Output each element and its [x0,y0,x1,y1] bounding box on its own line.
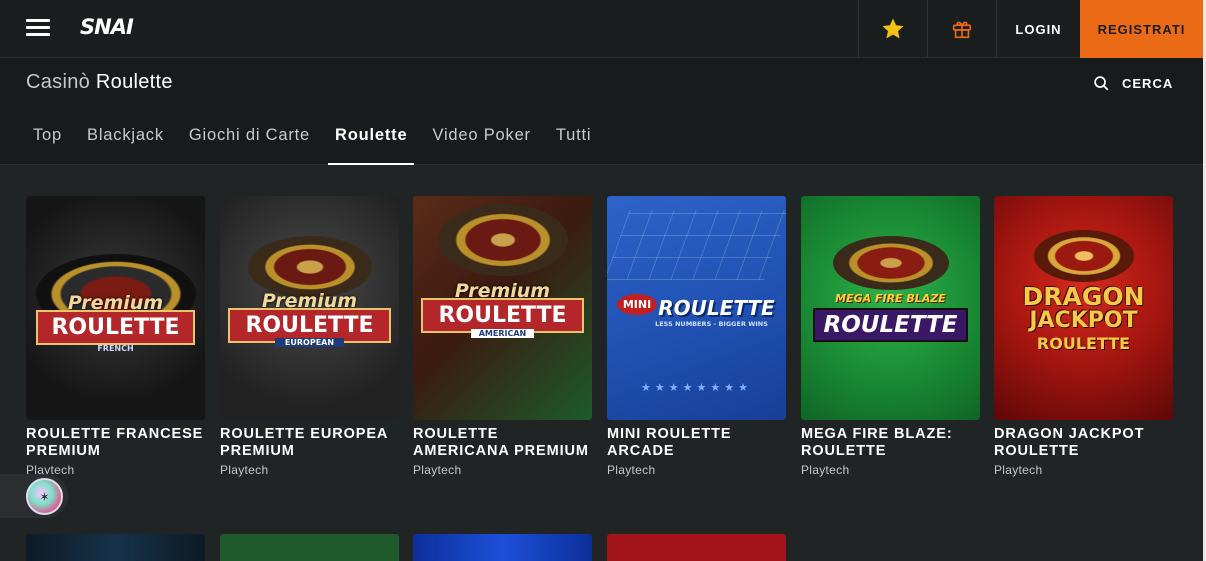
search-icon [1094,76,1109,91]
game-card[interactable]: DRAGON JACKPOT ROULETTE Dragon Jackpot R… [994,196,1173,477]
breadcrumb-current: Roulette [95,71,173,93]
game-title[interactable]: Mini Roulette Arcade [607,426,786,460]
stars-decoration: ★★★★★★★★ [641,381,752,394]
art-title-sub: FRENCH [97,344,134,353]
star-icon [882,18,904,39]
roulette-wheel-image [438,204,568,276]
tab-top[interactable]: Top [26,116,69,165]
game-card[interactable]: MINI ROULETTE LESS NUMBERS - BIGGER WINS… [607,196,786,477]
betting-table-image [607,210,786,280]
game-provider: Playtech [413,463,462,477]
page-title: Casinò Roulette [26,71,173,94]
gift-icon [952,21,972,39]
game-thumbnail[interactable]: Premium ROULETTE AMERICAN [413,196,592,420]
roulette-wheel-image [248,236,372,298]
game-card[interactable]: Premium ROULETTE EUROPEAN Roulette Europ… [220,196,399,477]
game-thumbnail[interactable]: Premium ROULETTE FRENCH [26,196,205,420]
promotions-button[interactable] [927,0,996,58]
game-card-partial[interactable] [607,534,786,561]
game-card[interactable]: Premium ROULETTE AMERICAN Roulette Ameri… [413,196,592,477]
game-card-partial[interactable] [26,534,205,561]
game-thumbnail[interactable]: Premium ROULETTE EUROPEAN [220,196,399,420]
tab-giochi-di-carte[interactable]: Giochi di Carte [182,116,317,165]
game-title[interactable]: Roulette Europea Premium [220,426,399,460]
register-button[interactable]: REGISTRATI [1080,0,1203,58]
game-card-partial[interactable] [220,534,399,561]
game-thumbnail[interactable]: DRAGON JACKPOT ROULETTE [994,196,1173,420]
game-thumbnail[interactable]: MEGA FIRE BLAZE ROULETTE [801,196,980,420]
floating-widget[interactable]: ✶ [0,474,68,518]
art-title-main: ROULETTE [421,298,584,333]
game-title[interactable]: Mega Fire Blaze: Roulette [801,426,980,460]
page: SNAI LOGIN REGISTRATI Casinò Roulette CE… [0,0,1203,561]
tab-roulette[interactable]: Roulette [328,116,415,165]
search-button[interactable]: CERCA [1093,75,1173,92]
game-title[interactable]: Roulette Americana Premium [413,426,592,460]
art-title-top: MEGA FIRE BLAZE [835,292,946,305]
roulette-wheel-image [1034,230,1134,282]
breadcrumb-casino[interactable]: Casinò [26,71,90,93]
art-title-main: ROULETTE [813,308,968,342]
game-title[interactable]: Roulette Francese Premium [26,426,205,460]
game-card[interactable]: MEGA FIRE BLAZE ROULETTE Mega Fire Blaze… [801,196,980,477]
tab-tutti[interactable]: Tutti [549,116,598,165]
category-tabs: Top Blackjack Giochi di Carte Roulette V… [26,116,609,165]
snai-logo[interactable]: SNAI [80,15,134,39]
art-title-sub: AMERICAN [471,329,534,338]
game-provider: Playtech [994,463,1043,477]
top-bar: SNAI LOGIN REGISTRATI [0,0,1203,58]
art-title-top: DRAGON [1022,282,1145,311]
art-title-sub: EUROPEAN [275,338,344,347]
game-provider: Playtech [607,463,656,477]
roulette-wheel-image [833,236,949,290]
tab-video-poker[interactable]: Video Poker [425,116,537,165]
art-title-main: ROULETTE [36,310,195,345]
favorites-button[interactable] [858,0,927,58]
art-title-sub: LESS NUMBERS - BIGGER WINS [655,320,768,328]
menu-icon[interactable] [26,18,52,38]
art-title-sub: ROULETTE [1036,334,1131,353]
search-label: CERCA [1122,76,1174,91]
game-thumbnail[interactable]: MINI ROULETTE LESS NUMBERS - BIGGER WINS… [607,196,786,420]
game-card-partial[interactable] [413,534,592,561]
tab-blackjack[interactable]: Blackjack [80,116,171,165]
art-title-main: JACKPOT [1029,308,1138,333]
game-title[interactable]: Dragon Jackpot Roulette [994,426,1173,460]
game-provider: Playtech [801,463,850,477]
game-card[interactable]: Premium ROULETTE FRENCH Roulette Frances… [26,196,205,477]
game-provider: Playtech [220,463,269,477]
category-header: Casinò Roulette CERCA Top Blackjack Gioc… [0,58,1203,165]
art-title-main: ROULETTE [658,296,775,320]
sparkle-icon[interactable]: ✶ [26,478,63,515]
login-button[interactable]: LOGIN [996,0,1080,58]
